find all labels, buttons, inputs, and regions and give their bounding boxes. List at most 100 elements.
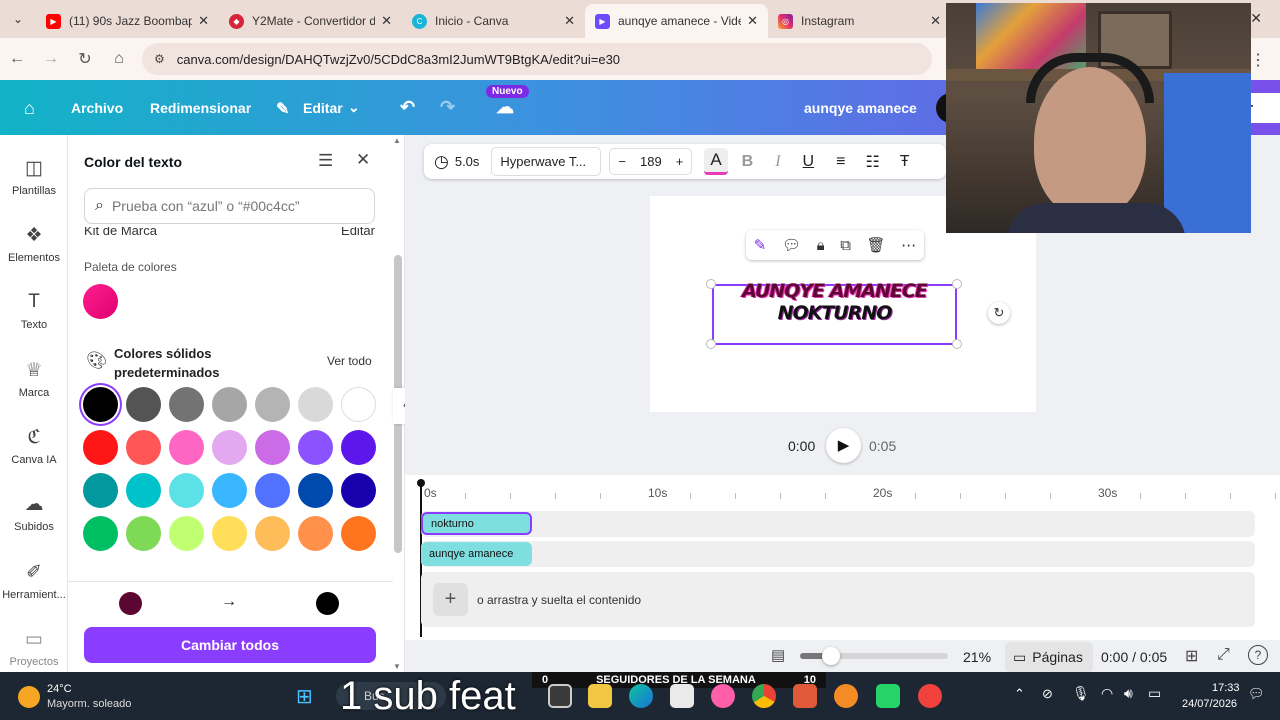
battery-icon[interactable]: ▭ [1148, 685, 1161, 702]
zoom-level[interactable]: 21% [963, 649, 991, 665]
color-swatch[interactable] [126, 516, 161, 551]
color-swatch[interactable] [83, 387, 118, 422]
resize-menu[interactable]: Redimensionar [150, 100, 251, 116]
sidebar-item-brand[interactable]: ♕ Marca [0, 359, 68, 399]
color-swatch[interactable] [169, 430, 204, 465]
color-swatch[interactable] [298, 516, 333, 551]
more-icon[interactable]: ⋯ [901, 236, 916, 254]
selected-text-element[interactable]: AUNQYE AMANECE NOKTURNO [712, 280, 957, 345]
italic-icon[interactable]: I [775, 153, 780, 171]
zoom-slider-knob[interactable] [822, 647, 840, 665]
duplicate-icon[interactable]: ⧉ [840, 237, 851, 254]
url-field[interactable]: ⚙ canva.com/design/DAHQTwzjZv0/5CDdC8a3m… [142, 43, 932, 75]
site-info-icon[interactable]: ⚙ [154, 52, 165, 66]
resize-handle[interactable] [706, 279, 716, 289]
wifi-icon[interactable]: ◠ [1101, 685, 1113, 702]
cloud-saved-icon[interactable]: ☁ [496, 97, 514, 118]
rotate-icon[interactable]: ↻ [988, 302, 1010, 324]
app-icon[interactable] [711, 684, 735, 708]
color-swatch[interactable] [341, 516, 376, 551]
text-color-icon[interactable]: A [704, 148, 728, 175]
volume-icon[interactable]: 🔊︎ [1124, 685, 1133, 702]
color-swatch[interactable] [169, 387, 204, 422]
sidebar-item-elements[interactable]: ❖ Elementos [0, 224, 68, 264]
app-icon[interactable] [834, 684, 858, 708]
zoom-slider[interactable] [800, 647, 948, 665]
close-icon[interactable]: ✕ [356, 150, 370, 170]
windows-start-icon[interactable]: ⊞ [296, 684, 313, 709]
increase-font-button[interactable]: + [676, 154, 684, 169]
play-button[interactable]: ▶ [826, 428, 861, 463]
grid-view-icon[interactable]: ⊞ [1185, 646, 1198, 666]
color-swatch[interactable] [212, 473, 247, 508]
lock-icon[interactable]: 🔒︎ [817, 237, 825, 254]
notes-icon[interactable]: ▤ [771, 646, 785, 664]
color-swatch[interactable] [255, 473, 290, 508]
tab-youtube[interactable]: ▶ (11) 90s Jazz Boombap ✕ [36, 4, 219, 38]
decrease-font-button[interactable]: − [618, 154, 626, 169]
color-swatch[interactable] [126, 387, 161, 422]
chrome-icon[interactable] [752, 684, 776, 708]
underline-icon[interactable]: U [803, 153, 815, 171]
close-icon[interactable]: ✕ [747, 13, 758, 29]
color-swatch[interactable] [83, 473, 118, 508]
color-swatch[interactable] [298, 387, 333, 422]
app-icon[interactable] [793, 684, 817, 708]
tab-y2mate[interactable]: ◆ Y2Mate - Convertidor d ✕ [219, 4, 402, 38]
close-icon[interactable]: ✕ [381, 13, 392, 29]
comment-icon[interactable]: 💬︎ [782, 236, 801, 254]
notification-icon[interactable]: 💬︎ [1248, 686, 1265, 702]
home-icon[interactable]: ⌂ [24, 98, 35, 119]
edit-menu[interactable]: Editar [303, 100, 343, 116]
reload-icon[interactable]: ↻ [68, 49, 102, 69]
align-center-icon[interactable]: ≡ [836, 153, 845, 171]
help-icon[interactable]: ? [1248, 645, 1268, 665]
color-swatch[interactable] [83, 430, 118, 465]
add-icon[interactable]: + [433, 583, 468, 616]
bold-icon[interactable]: B [742, 153, 754, 171]
color-swatch[interactable] [212, 516, 247, 551]
color-swatch[interactable] [341, 430, 376, 465]
clip-nokturno[interactable]: nokturno [421, 512, 532, 535]
weather-desc[interactable]: Mayorm. soleado [47, 698, 131, 710]
close-icon[interactable]: ✕ [564, 13, 575, 29]
redo-icon[interactable]: ↷ [440, 97, 455, 118]
font-select[interactable]: Hyperwave T... [491, 147, 602, 176]
home-icon[interactable]: ⌂ [102, 50, 136, 68]
resize-handle[interactable] [952, 279, 962, 289]
sidebar-item-ai[interactable]: ℭ Canva IA [0, 426, 68, 466]
color-swatch[interactable] [341, 473, 376, 508]
network-off-icon[interactable]: ⊘ [1042, 686, 1053, 702]
window-close-icon[interactable]: ✕ [1250, 10, 1262, 27]
clock-date[interactable]: 24/07/2026 [1182, 698, 1237, 710]
tab-instagram[interactable]: ◎ Instagram ✕ [768, 4, 951, 38]
color-swatch[interactable] [169, 516, 204, 551]
pages-button[interactable]: ▭ Páginas [1005, 642, 1093, 672]
mic-icon[interactable]: 🎙︎ [1072, 685, 1090, 702]
chevron-down-icon[interactable]: ⌄ [348, 99, 360, 116]
scroll-up-icon[interactable]: ▲ [393, 136, 401, 145]
color-swatch[interactable] [212, 430, 247, 465]
color-swatch[interactable] [255, 430, 290, 465]
change-all-button[interactable]: Cambiar todos [84, 627, 376, 663]
color-swatch[interactable] [212, 387, 247, 422]
taskview-icon[interactable] [548, 684, 572, 708]
font-size-value[interactable]: 189 [640, 154, 662, 169]
store-icon[interactable] [670, 684, 694, 708]
trash-icon[interactable]: 🗑︎ [867, 236, 886, 254]
color-search-input[interactable] [111, 198, 352, 214]
whatsapp-icon[interactable] [876, 684, 900, 708]
color-swatch[interactable] [298, 473, 333, 508]
resize-handle[interactable] [952, 339, 962, 349]
clip-aunqye[interactable]: aunqye amanece [421, 542, 532, 566]
app-icon[interactable] [918, 684, 942, 708]
duration-button[interactable]: 5.0s [455, 154, 480, 169]
scroll-down-icon[interactable]: ▼ [393, 662, 401, 671]
color-swatch[interactable] [126, 430, 161, 465]
tab-canva-home[interactable]: C Inicio - Canva ✕ [402, 4, 585, 38]
color-swatch[interactable] [255, 516, 290, 551]
tray-chevron-icon[interactable]: ⌃ [1014, 686, 1025, 702]
forward-icon[interactable]: → [34, 50, 68, 68]
weather-temp[interactable]: 24°C [47, 683, 72, 695]
color-swatch[interactable] [341, 387, 376, 422]
